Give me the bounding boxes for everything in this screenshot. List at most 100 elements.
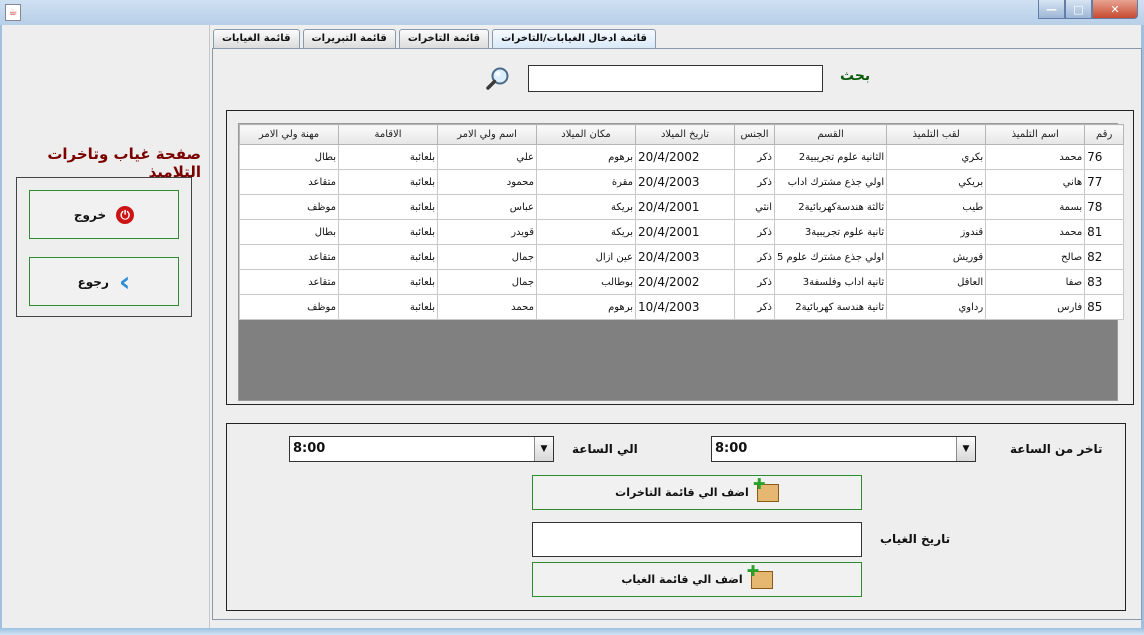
table-cell[interactable]: 10/4/2003 <box>635 294 735 320</box>
table-cell[interactable]: محمد <box>437 294 537 320</box>
table-row[interactable]: 76 محمد بكري الثانية علوم تجريبية2 ذكر 2… <box>239 144 1125 170</box>
table-cell[interactable]: 77 <box>1084 169 1125 195</box>
late-from-select[interactable]: 8:00 ▼ <box>711 436 976 462</box>
chevron-down-icon[interactable]: ▼ <box>956 437 975 461</box>
table-row[interactable]: 82 صالح قوريش اولي جذع مشترك علوم 5 ذكر … <box>239 244 1125 270</box>
table-cell[interactable]: 20/4/2003 <box>635 244 735 270</box>
search-icon[interactable] <box>485 66 511 92</box>
absence-date-field[interactable] <box>532 522 862 557</box>
column-header[interactable]: رقم <box>1084 124 1125 145</box>
table-cell[interactable]: بلعائبة <box>338 244 438 270</box>
table-cell[interactable]: علي <box>437 144 537 170</box>
table-cell[interactable]: متقاعد <box>239 169 339 195</box>
table-cell[interactable]: ثانية علوم تجريبية3 <box>773 219 888 245</box>
table-cell[interactable]: عين ازال <box>536 244 636 270</box>
table-cell[interactable]: متقاعد <box>239 269 339 295</box>
table-cell[interactable]: جمال <box>437 269 537 295</box>
table-cell[interactable]: قوريش <box>886 244 987 270</box>
table-cell[interactable]: موظف <box>239 194 339 220</box>
table-cell[interactable]: 20/4/2001 <box>635 194 735 220</box>
table-cell[interactable]: بلعائبة <box>338 194 438 220</box>
table-cell[interactable]: 83 <box>1084 269 1125 295</box>
minimize-button[interactable]: — <box>1038 0 1065 19</box>
column-header[interactable]: لقب التلميذ <box>886 124 987 145</box>
table-cell[interactable]: صالح <box>985 244 1086 270</box>
column-header[interactable]: تاريخ الميلاد <box>635 124 735 145</box>
exit-button[interactable]: خروج ⏻ <box>29 190 179 239</box>
column-header[interactable]: الاقامة <box>338 124 438 145</box>
table-cell[interactable]: 20/4/2002 <box>635 269 735 295</box>
table-cell[interactable]: بوطالب <box>536 269 636 295</box>
table-cell[interactable]: ذكر <box>734 219 775 245</box>
table-cell[interactable]: جمال <box>437 244 537 270</box>
chevron-down-icon[interactable]: ▼ <box>534 437 553 461</box>
column-header[interactable]: مكان الميلاد <box>536 124 636 145</box>
tab-justifications[interactable]: قائمة التبريرات <box>302 29 396 48</box>
table-cell[interactable]: بريكة <box>536 219 636 245</box>
table-cell[interactable]: بريكي <box>886 169 987 195</box>
table-cell[interactable]: 20/4/2003 <box>635 169 735 195</box>
table-cell[interactable]: 20/4/2001 <box>635 219 735 245</box>
table-cell[interactable]: ذكر <box>734 294 775 320</box>
table-cell[interactable]: 85 <box>1084 294 1125 320</box>
table-cell[interactable]: ثانية هندسة كهربائية2 <box>773 294 888 320</box>
table-row[interactable]: 78 بسمة طيب ثالثة هندسةكهربائية2 انثي 20… <box>239 194 1125 220</box>
table-cell[interactable]: ذكر <box>734 244 775 270</box>
column-header[interactable]: اسم ولي الامر <box>437 124 537 145</box>
back-button[interactable]: رجوع ‹ <box>29 257 179 306</box>
table-cell[interactable]: طيب <box>886 194 987 220</box>
add-to-late-list-button[interactable]: اضف الي قائمة التاخرات ✚ <box>532 475 862 510</box>
table-cell[interactable]: 76 <box>1084 144 1125 170</box>
table-cell[interactable]: مقرة <box>536 169 636 195</box>
table-cell[interactable]: بلعائبة <box>338 169 438 195</box>
table-cell[interactable]: بسمة <box>985 194 1086 220</box>
table-row[interactable]: 77 هاني بريكي اولي جذع مشترك اداب ذكر 20… <box>239 169 1125 195</box>
table-cell[interactable]: برهوم <box>536 144 636 170</box>
column-header[interactable]: مهنة ولي الامر <box>239 124 339 145</box>
table-cell[interactable]: 78 <box>1084 194 1125 220</box>
close-button[interactable]: ✕ <box>1092 0 1138 19</box>
table-cell[interactable]: بريكة <box>536 194 636 220</box>
table-row[interactable]: 83 صفا العاقل ثانية اداب وفلسفة3 ذكر 20/… <box>239 269 1125 295</box>
table-cell[interactable]: ذكر <box>734 169 775 195</box>
table-cell[interactable]: بكري <box>886 144 987 170</box>
table-cell[interactable]: اولي جذع مشترك علوم 5 <box>773 244 888 270</box>
table-cell[interactable]: 81 <box>1084 219 1125 245</box>
table-cell[interactable]: بلعائبة <box>338 269 438 295</box>
table-cell[interactable]: رداوي <box>886 294 987 320</box>
to-time-select[interactable]: 8:00 ▼ <box>289 436 554 462</box>
table-cell[interactable]: بلعائبة <box>338 294 438 320</box>
table-cell[interactable]: الثانية علوم تجريبية2 <box>773 144 888 170</box>
table-cell[interactable]: بطال <box>239 219 339 245</box>
table-cell[interactable]: متقاعد <box>239 244 339 270</box>
tab-late-list[interactable]: قائمة التاخرات <box>398 29 490 48</box>
table-cell[interactable]: موظف <box>239 294 339 320</box>
search-input[interactable] <box>528 65 823 92</box>
column-header[interactable]: الجنس <box>734 124 775 145</box>
table-cell[interactable]: صفا <box>985 269 1086 295</box>
table-cell[interactable]: ذكر <box>734 269 775 295</box>
table-cell[interactable]: هاني <box>985 169 1086 195</box>
table-cell[interactable]: فارس <box>985 294 1086 320</box>
table-cell[interactable]: محمود <box>437 169 537 195</box>
column-header[interactable]: القسم <box>773 124 888 145</box>
table-cell[interactable]: قندوز <box>886 219 987 245</box>
table-cell[interactable]: محمد <box>985 219 1086 245</box>
table-cell[interactable]: عباس <box>437 194 537 220</box>
add-to-absence-list-button[interactable]: اضف الي قائمة الغياب ✚ <box>532 562 862 597</box>
table-cell[interactable]: ثالثة هندسةكهربائية2 <box>773 194 888 220</box>
table-cell[interactable]: برهوم <box>536 294 636 320</box>
table-row[interactable]: 85 فارس رداوي ثانية هندسة كهربائية2 ذكر … <box>239 294 1125 320</box>
table-cell[interactable]: بطال <box>239 144 339 170</box>
maximize-button[interactable]: □ <box>1065 0 1092 19</box>
table-cell[interactable]: محمد <box>985 144 1086 170</box>
table-row[interactable]: 81 محمد قندوز ثانية علوم تجريبية3 ذكر 20… <box>239 219 1125 245</box>
table-cell[interactable]: 82 <box>1084 244 1125 270</box>
table-cell[interactable]: العاقل <box>886 269 987 295</box>
column-header[interactable]: اسم التلميذ <box>985 124 1086 145</box>
table-cell[interactable]: اولي جذع مشترك اداب <box>773 169 888 195</box>
table-cell[interactable]: 20/4/2002 <box>635 144 735 170</box>
table-cell[interactable]: انثي <box>734 194 775 220</box>
table-cell[interactable]: ثانية اداب وفلسفة3 <box>773 269 888 295</box>
table-cell[interactable]: بلعائبة <box>338 144 438 170</box>
